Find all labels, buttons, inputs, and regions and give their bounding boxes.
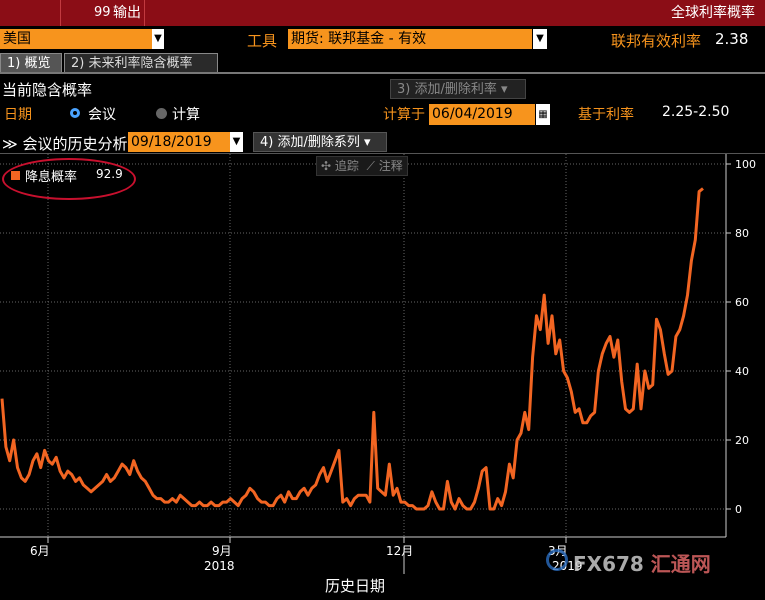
annotate-tool[interactable]: ⟋ 注释	[367, 159, 403, 173]
chart-tools[interactable]: ✣ 追踪 ⟋ 注释	[316, 156, 408, 176]
watermark-logo-icon	[546, 549, 568, 571]
tab-overview[interactable]: 1) 概览	[0, 53, 62, 73]
radio-calc[interactable]	[156, 108, 167, 119]
x-tick-label: 6月	[30, 544, 50, 558]
highlight-circle	[2, 158, 136, 200]
date-label: 日期	[4, 107, 32, 123]
title-divider	[60, 0, 61, 26]
y-tick-label: 80	[735, 227, 749, 240]
probability-chart[interactable]: 100806040200 6月 9月 12月 3月2018 2019	[0, 154, 765, 600]
base-rate-label: 基于利率	[578, 107, 634, 123]
tool-label: 工具	[247, 32, 278, 50]
track-tool[interactable]: ✣ 追踪	[321, 159, 359, 173]
tab-divider	[0, 72, 765, 74]
y-tick-label: 20	[735, 434, 749, 447]
calc-date-label: 计算于	[383, 107, 425, 123]
history-date-select[interactable]: 09/18/2019	[128, 132, 230, 152]
y-tick-label: 100	[735, 158, 756, 171]
series-line-cut-probability	[0, 187, 704, 511]
base-rate-value: 2.25-2.50	[662, 104, 730, 120]
x-tick-label: 12月	[386, 544, 413, 558]
tab-future-implied-prob[interactable]: 2) 未来利率隐含概率	[64, 53, 218, 73]
x-axis-title: 历史日期	[325, 577, 386, 595]
output-menu-number[interactable]: 99	[94, 4, 111, 22]
effective-rate-label: 联邦有效利率	[611, 32, 702, 50]
window-title: 全球利率概率	[671, 5, 755, 21]
calc-date-input[interactable]: 06/04/2019	[429, 104, 535, 125]
radio-meeting[interactable]	[70, 108, 80, 118]
history-date-dropdown-icon[interactable]: ▼	[230, 132, 243, 152]
x-year-label: 2018	[204, 559, 235, 573]
y-tick-label: 0	[735, 503, 742, 516]
add-remove-series-button[interactable]: 4) 添加/删除系列 ▾	[253, 132, 387, 152]
history-analysis-label: ≫ 会议的历史分析	[2, 135, 128, 153]
x-tick-label: 9月	[212, 544, 232, 558]
y-tick-label: 40	[735, 365, 749, 378]
output-menu-button[interactable]: 输出	[113, 4, 141, 22]
add-remove-rate-button[interactable]: 3) 添加/删除利率 ▾	[390, 79, 526, 99]
title-divider	[144, 0, 145, 26]
calendar-icon[interactable]: ▦	[536, 104, 550, 125]
radio-calc-label: 计算	[172, 107, 200, 123]
tool-dropdown-icon[interactable]: ▼	[533, 29, 547, 49]
section-title: 当前隐含概率	[2, 81, 93, 99]
watermark: FX678 汇通网	[573, 552, 711, 576]
tool-select[interactable]: 期货: 联邦基金 - 有效	[288, 29, 532, 49]
radio-meeting-label: 会议	[88, 107, 116, 123]
effective-rate-value: 2.38	[715, 30, 749, 48]
y-tick-label: 60	[735, 296, 749, 309]
country-dropdown-icon[interactable]: ▼	[152, 29, 164, 49]
country-select[interactable]: 美国	[0, 29, 152, 49]
